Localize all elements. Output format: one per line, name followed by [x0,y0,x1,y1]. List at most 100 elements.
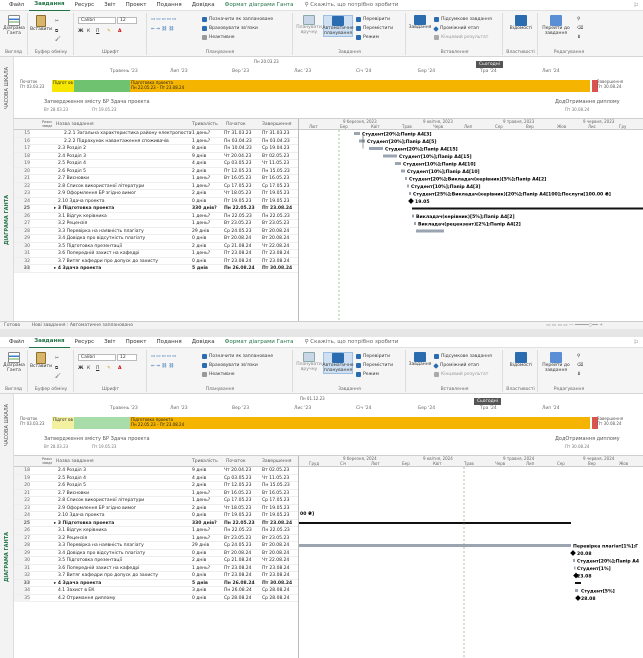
timeline-bar-green[interactable] [74,80,130,92]
task-finish-cell[interactable]: Вт 16.05.23 [262,175,298,182]
task-name-cell[interactable]: 2.6 Розділ 5 [52,482,192,489]
task-finish-cell[interactable]: Вт 20.08.24 [262,542,298,549]
task-duration-cell[interactable]: 8 днів [192,145,222,152]
font-name-select[interactable]: Calibri [78,354,116,361]
task-name-cell[interactable]: 2.8 Список використаної літератури [52,183,192,190]
table-row[interactable]: 29 3.4 Довідка про відсутність плагіату 0 … [14,235,298,243]
task-button[interactable]: Завдання [409,15,431,30]
row-id[interactable]: 21 [14,489,30,497]
task-finish-cell[interactable]: Пт 23.08.24 [262,250,298,257]
deliverable-button[interactable]: Кінцевий результат [434,372,488,377]
task-name-cell[interactable]: 2.9 Оформлення БР згідно вимог [52,190,192,197]
task-duration-cell[interactable]: 2 днів [192,243,222,250]
table-row[interactable]: 20 2.6 Розділ 52 днів Пт 12.05.23 Пн 15.05.… [14,167,298,175]
table-row[interactable]: 22 2.8 Список використаної літератури 1 де… [14,182,298,190]
task-name-cell[interactable]: 3.7 Витяг кафедри про допуск до захисту [52,258,192,265]
row-id[interactable]: 27 [14,220,30,227]
row-id[interactable]: 20 [14,167,30,175]
move-button[interactable]: Перемістити [356,26,393,31]
status-new-tasks[interactable]: Нові завдання : Автоматичне заплановано [32,323,133,328]
tab-view[interactable]: Подання [152,0,187,11]
task-bar[interactable] [401,169,405,173]
task-finish-cell[interactable]: Вт 02.05.23 [262,153,298,160]
cut-icon[interactable]: ✂ [55,19,59,24]
gantt-chart-button[interactable]: Діаграма Ганта [3,15,25,36]
row-id[interactable]: 24 [14,197,30,205]
tab-resource[interactable]: Ресурс [70,0,100,11]
table-row[interactable]: 18 2.4 Розділ 39 днів Чт 20.04.23 Вт 02.05.… [14,467,298,475]
row-id[interactable]: 28 [14,227,30,235]
italic-icon[interactable]: К [87,29,90,34]
row-id[interactable]: 31 [14,250,30,257]
tell-me-search[interactable]: ⚲ Скажіть, що потрібно зробити [305,339,399,345]
task-finish-cell[interactable]: Вт 20.08.24 [262,228,298,235]
italic-icon[interactable]: К [87,366,90,371]
task-name-cell[interactable]: ▸ 4 Здача проекта [52,265,192,272]
task-name-cell[interactable]: 2.7 Висновки [52,490,192,497]
task-name-cell[interactable]: 2.6 Розділ 5 [52,168,192,175]
col-duration-header[interactable]: Тривалість [192,119,222,130]
inactivate-button[interactable]: Неактивне [202,372,235,377]
task-bar[interactable] [359,139,365,143]
task-grid[interactable]: Режим завдання Назва завдання Тривалість… [14,119,298,321]
task-duration-cell[interactable]: 330 днів? [192,205,222,212]
row-id[interactable]: 32 [14,257,30,265]
task-duration-cell[interactable]: 2 днів [192,505,222,512]
font-color-icon[interactable]: A [118,29,121,34]
copy-icon[interactable]: ⧉ [55,365,58,371]
task-button[interactable]: Завдання [409,352,431,367]
timeline-bar-prep-short[interactable]: Підгот ов [52,417,74,429]
table-row[interactable]: 27 3.2 Рецензія 1 день? Вт 23.05.23 Вт 23.05… [14,220,298,228]
task-name-cell[interactable]: 3.5 Підготовка презентації [52,243,192,250]
row-id[interactable]: 29 [14,235,30,242]
task-name-cell[interactable]: 3.4 Довідка про відсутність плагіату [52,235,192,242]
task-duration-cell[interactable]: 4 днів [192,475,222,482]
table-row[interactable]: 21 2.7 Висновки 1 день? Вт 16.05.23 Вт 16.05… [14,489,298,497]
task-start-cell[interactable]: Пт 12.05.23 [224,168,260,175]
task-start-cell[interactable]: Пт 23.08.24 [224,565,260,572]
table-row[interactable]: 31 3.6 Попередній захист на кафедрі 1 день… [14,564,298,572]
task-bar[interactable] [299,544,571,547]
task-duration-cell[interactable]: 1 день? [192,175,222,182]
row-id[interactable]: 19 [14,474,30,482]
task-name-cell[interactable]: 2.2.1 Загальна характеристика району еле… [52,130,192,137]
underline-icon[interactable]: П [96,366,99,371]
task-start-cell[interactable]: Пт 12.05.23 [224,482,260,489]
font-color-icon[interactable]: A [118,366,121,371]
auto-schedule-button[interactable]: Автоматичне планування [322,15,354,37]
task-duration-cell[interactable]: 1 день? [192,497,222,504]
task-duration-cell[interactable]: 29 днів [192,542,222,549]
task-name-cell[interactable]: 3.1 Відгук керівника [52,527,192,534]
task-start-cell[interactable]: Пн 10.04.23 [224,145,260,152]
percent-complete-icons[interactable]: ▭▭▭▭▭ [151,17,177,22]
row-id[interactable]: 17 [14,145,30,152]
task-duration-cell[interactable]: 1 день? [192,565,222,572]
table-row[interactable]: 24 2.10 Здача проекта 0 днів Пт 19.05.23 Пт … [14,197,298,205]
task-finish-cell[interactable]: Чт 11.05.23 [262,475,298,482]
row-id[interactable]: 21 [14,175,30,182]
task-duration-cell[interactable]: 1 день? [192,183,222,190]
tab-task[interactable]: Завдання [29,0,70,12]
task-bar[interactable] [407,184,409,188]
table-row[interactable]: 28 3.3 Перевірка на наявність плагіату 29 … [14,227,298,235]
timeline-bar-green[interactable] [74,417,130,429]
task-name-cell[interactable]: 2.7 Висновки [52,175,192,182]
tab-task[interactable]: Завдання [29,337,70,349]
summary-bar[interactable] [412,207,643,210]
task-start-cell[interactable]: Вт 20.08.24 [224,550,260,557]
font-size-select[interactable]: 12 [117,17,137,24]
timeline-pane[interactable]: ЧАСОВА ШКАЛА Пн 01.12.23 Сьогодні Травен… [0,394,643,456]
task-start-cell[interactable]: Пт 23.08.24 [224,250,260,257]
task-start-cell[interactable]: Вт 20.08.24 [224,235,260,242]
task-start-cell[interactable]: Пт 23.08.24 [224,572,260,579]
task-name-cell[interactable]: 3.3 Перевірка на наявність плагіату [52,542,192,549]
task-finish-cell[interactable]: Вт 23.05.23 [262,535,298,542]
row-id[interactable]: 18 [14,152,30,160]
row-id[interactable]: 26 [14,527,30,534]
task-duration-cell[interactable]: 0 днів [192,198,222,205]
mark-on-track-button[interactable]: Позначити як заплановане [202,354,273,359]
task-finish-cell[interactable]: Ср 28.08.24 [262,595,298,602]
table-row[interactable]: 25 ▸ 3 Підготовка проекта 330 днів? Пн 22.0… [14,519,298,527]
task-start-cell[interactable]: Пн 22.05.23 [224,205,260,212]
task-finish-cell[interactable]: Чт 11.05.23 [262,160,298,167]
